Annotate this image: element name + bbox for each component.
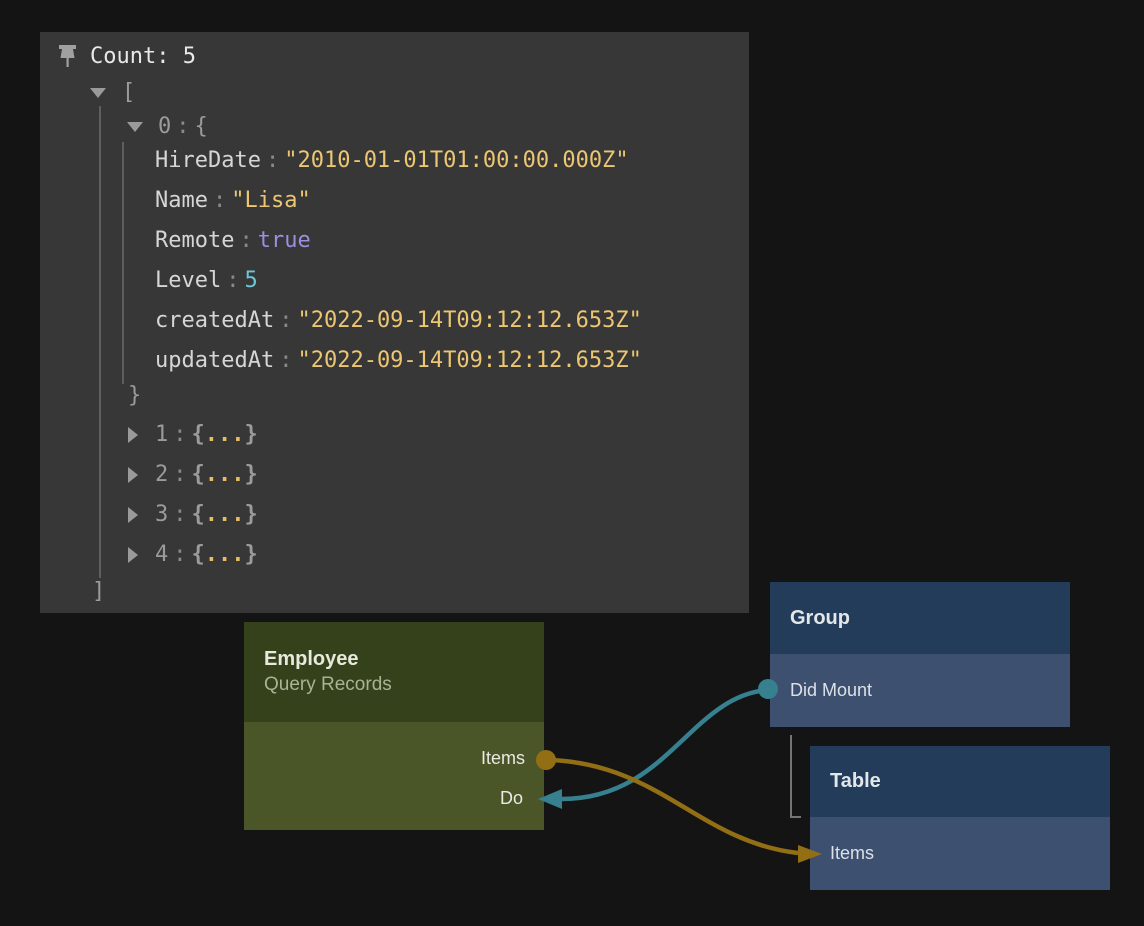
tree-row-array-open[interactable]: [ [90,78,135,108]
field-value: "Lisa" [231,186,310,216]
expand-triangle-icon[interactable] [128,547,138,563]
port-items-output[interactable]: Items [481,748,525,769]
expand-triangle-icon[interactable] [128,427,138,443]
count-label: Count: 5 [90,42,196,72]
port-items-input[interactable]: Items [830,843,874,864]
item-index: 2 [155,460,168,490]
tree-row-array-close: ] [92,577,105,607]
field-row: createdAt : "2022-09-14T09:12:12.653Z" [155,306,642,336]
collapse-triangle-icon[interactable] [127,122,143,132]
connection-items-to-items[interactable] [536,750,822,863]
tree-row-item-3[interactable]: 3 : {...} [128,500,258,530]
node-title: Employee [264,648,524,671]
tree-row-item-0[interactable]: 0 : { [127,112,208,142]
field-row: HireDate : "2010-01-01T01:00:00.000Z" [155,146,629,176]
item-index: 3 [155,500,168,530]
object-open-brace: { [195,112,208,142]
inspector-title-row: Count: 5 [90,42,196,72]
collapsed-dots: ... [205,542,245,567]
array-close-bracket: ] [92,577,105,607]
node-table-body: Items [810,817,1110,890]
node-employee-header[interactable]: Employee Query Records [244,622,544,722]
field-key: HireDate [155,146,261,176]
tree-guide-line-outer [99,106,101,578]
field-key: Name [155,186,208,216]
node-editor-canvas: { "page": { "bg": "#141414" }, "inspecto… [0,0,1144,926]
array-open-bracket: [ [122,78,135,108]
expand-triangle-icon[interactable] [128,507,138,523]
item-index: 1 [155,420,168,450]
object-close-brace: } [128,381,141,411]
collapsed-dots: ... [205,502,245,527]
tree-row-item-4[interactable]: 4 : {...} [128,540,258,570]
field-key: Remote [155,226,234,256]
json-inspector-panel: Count: 5 [ 0 : { HireDate : "2010-01-01T… [40,32,749,613]
separator: : [176,112,189,142]
tree-row-item-2[interactable]: 2 : {...} [128,460,258,490]
field-value: "2022-09-14T09:12:12.653Z" [297,346,641,376]
connection-wire[interactable] [562,690,768,799]
field-row: Level : 5 [155,266,258,296]
node-table-header[interactable]: Table [810,746,1110,817]
node-title: Table [830,770,1090,793]
hierarchy-connector-line [791,735,801,817]
connection-wire[interactable] [550,760,798,853]
node-group-header[interactable]: Group [770,582,1070,654]
field-key: createdAt [155,306,274,336]
collapse-triangle-icon[interactable] [90,88,106,98]
tree-row-item-1[interactable]: 1 : {...} [128,420,258,450]
field-value: "2010-01-01T01:00:00.000Z" [284,146,628,176]
expand-triangle-icon[interactable] [128,467,138,483]
field-row: Remote : true [155,226,311,256]
node-employee[interactable]: Employee Query Records Items Do [244,622,544,830]
collapsed-dots: ... [205,462,245,487]
node-table[interactable]: Table Items [810,746,1110,890]
node-subtitle: Query Records [264,674,524,696]
tree-row-object-close: } [128,381,141,411]
pin-icon[interactable] [56,42,80,72]
node-group[interactable]: Group Did Mount [770,582,1070,727]
field-row: Name : "Lisa" [155,186,311,216]
field-key: updatedAt [155,346,274,376]
item-index: 0 [158,112,171,142]
node-title: Group [790,607,1050,630]
field-value: "2022-09-14T09:12:12.653Z" [297,306,641,336]
port-do-input[interactable]: Do [500,788,523,809]
port-did-mount-output[interactable]: Did Mount [790,680,872,701]
field-value: true [258,226,311,256]
field-value: 5 [244,266,257,296]
collapsed-dots: ... [205,422,245,447]
node-employee-body: Items Do [244,722,544,830]
tree-guide-line-inner [122,142,124,384]
node-group-body: Did Mount [770,654,1070,727]
connection-didmount-to-do[interactable] [538,679,778,809]
field-key: Level [155,266,221,296]
field-row: updatedAt : "2022-09-14T09:12:12.653Z" [155,346,642,376]
item-index: 4 [155,540,168,570]
